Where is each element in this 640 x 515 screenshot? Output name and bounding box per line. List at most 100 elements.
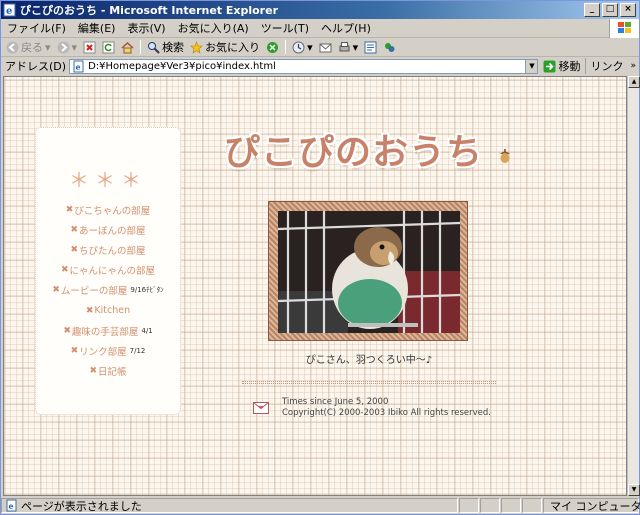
nav-link[interactable]: ✖ 日記帳 bbox=[36, 361, 180, 381]
copyright-text: Copyright(C) 2000-2003 Ibiko All rights … bbox=[282, 408, 492, 418]
nav-list: ✖ ぴこちゃんの部屋 ✖ あーぼんの部屋 ✖ ちびたんの部屋 ✖ にゃんにゃんの部屋 ✖ ムービー… bbox=[36, 200, 180, 381]
favorites-button[interactable]: お気に入り bbox=[188, 39, 262, 55]
cross-stitch-icon: ✖ bbox=[60, 265, 69, 276]
print-button[interactable]: ▾ bbox=[336, 41, 361, 54]
address-label: アドレス(D) bbox=[5, 60, 67, 73]
maximize-button[interactable]: □ bbox=[602, 3, 618, 17]
toolbar-separator bbox=[285, 40, 287, 54]
status-cell bbox=[522, 498, 542, 513]
nav-link[interactable]: ✖ ムービーの部屋 9/16ﾁﾋﾞﾀﾝ bbox=[36, 280, 180, 300]
messenger-icon bbox=[385, 42, 395, 52]
status-cell bbox=[501, 498, 521, 513]
footer-text: Times since June 5, 2000 Copyright(C) 20… bbox=[282, 397, 491, 419]
media-button[interactable] bbox=[264, 41, 281, 54]
favorites-label: お気に入り bbox=[205, 41, 261, 54]
menu-view[interactable]: 表示(V) bbox=[121, 20, 171, 36]
scroll-up-icon[interactable]: ▲ bbox=[628, 76, 640, 88]
menu-file[interactable]: ファイル(F) bbox=[1, 20, 72, 36]
home-button[interactable] bbox=[119, 41, 136, 54]
history-button[interactable]: ▾ bbox=[290, 41, 315, 54]
minimize-button[interactable]: _ bbox=[584, 3, 600, 17]
nav-link[interactable]: ✖ Kitchen bbox=[36, 300, 180, 320]
nav-link[interactable]: ✖ あーぼんの部屋 bbox=[36, 220, 180, 240]
nav-link-label: 趣味の手芸部屋 bbox=[71, 326, 139, 338]
edit-button[interactable] bbox=[362, 41, 379, 54]
go-arrow-icon bbox=[543, 60, 556, 72]
links-chevron-icon[interactable]: » bbox=[630, 61, 639, 71]
stop-icon bbox=[83, 41, 96, 53]
search-button[interactable]: 検索 bbox=[145, 39, 186, 55]
cross-stitch-icon: ✖ bbox=[65, 205, 74, 216]
forward-button[interactable]: ▾ bbox=[55, 41, 80, 54]
search-icon bbox=[148, 41, 160, 54]
scroll-down-icon[interactable]: ▼ bbox=[628, 484, 640, 496]
history-dropdown-icon[interactable]: ▾ bbox=[307, 41, 313, 54]
stop-button[interactable] bbox=[81, 41, 98, 54]
update-note: 4/1 bbox=[141, 326, 153, 335]
page-done-icon: e bbox=[6, 499, 17, 512]
mail-envelope-icon[interactable] bbox=[253, 402, 269, 414]
svg-text:e: e bbox=[9, 501, 14, 511]
title-bar[interactable]: e ぴこぴのおうち - Microsoft Internet Explorer … bbox=[1, 1, 639, 19]
messenger-button[interactable] bbox=[381, 41, 398, 54]
status-cell bbox=[459, 498, 479, 513]
menu-bar: ファイル(F) 編集(E) 表示(V) お気に入り(A) ツール(T) ヘルプ(… bbox=[1, 18, 639, 38]
svg-text:e: e bbox=[76, 62, 81, 72]
menu-favorites[interactable]: お気に入り(A) bbox=[172, 20, 255, 36]
cross-stitch-icon: ✖ bbox=[85, 305, 94, 316]
nav-link-label: ちびたんの部屋 bbox=[79, 246, 146, 258]
menu-edit[interactable]: 編集(E) bbox=[72, 20, 122, 36]
cross-stitch-icon: ✖ bbox=[70, 225, 79, 236]
cross-stitch-icon: ✖ bbox=[89, 365, 98, 376]
ie-page-icon: e bbox=[3, 3, 16, 17]
update-note: 9/16ﾁﾋﾞﾀﾝ bbox=[130, 286, 164, 295]
mail-button[interactable] bbox=[317, 41, 334, 54]
forward-dropdown-icon[interactable]: ▾ bbox=[72, 41, 78, 54]
cross-stitch-icon: ✖ bbox=[70, 345, 79, 356]
refresh-button[interactable] bbox=[100, 41, 117, 54]
nav-link[interactable]: ✖ リンク部屋 7/12 bbox=[36, 341, 180, 361]
print-icon bbox=[339, 41, 350, 51]
divider-line bbox=[242, 381, 496, 384]
nav-link-label: リンク部屋 bbox=[79, 346, 127, 358]
nav-link[interactable]: ✖ ぴこちゃんの部屋 bbox=[36, 200, 180, 220]
nav-link[interactable]: ✖ ちびたんの部屋 bbox=[36, 240, 180, 260]
mail-icon bbox=[319, 43, 332, 52]
nav-link[interactable]: ✖ 趣味の手芸部屋 4/1 bbox=[36, 321, 180, 341]
address-input[interactable]: e D:¥Homepage¥Ver3¥pico¥index.html ▼ bbox=[69, 58, 539, 74]
windows-flag-icon bbox=[609, 18, 639, 38]
go-label: 移動 bbox=[558, 60, 581, 73]
cross-stitch-icon: ✖ bbox=[70, 245, 79, 256]
window-title: ぴこぴのおうち - Microsoft Internet Explorer bbox=[20, 4, 278, 17]
address-url: D:¥Homepage¥Ver3¥pico¥index.html bbox=[88, 60, 276, 72]
photo-frame bbox=[268, 201, 468, 341]
nav-link-label: Kitchen bbox=[94, 305, 131, 317]
update-note: 7/12 bbox=[129, 346, 146, 355]
menu-help[interactable]: ヘルプ(H) bbox=[315, 20, 377, 36]
edit-page-icon bbox=[364, 41, 377, 53]
back-arrow-icon bbox=[6, 41, 19, 53]
forward-arrow-icon bbox=[57, 41, 70, 53]
standard-toolbar: 戻る ▾ ▾ 検索 お気に入り ▾ ▾ bbox=[1, 38, 639, 57]
status-bar: e ページが表示されました マイ コンピュータ bbox=[1, 497, 640, 514]
vertical-scrollbar[interactable]: ▲ ▼ bbox=[627, 76, 640, 496]
status-message: ページが表示されました bbox=[21, 499, 142, 513]
menu-tools[interactable]: ツール(T) bbox=[255, 20, 315, 36]
links-button[interactable]: リンク bbox=[585, 58, 627, 74]
print-dropdown-icon[interactable]: ▾ bbox=[353, 41, 359, 54]
go-button[interactable]: 移動 bbox=[541, 58, 582, 74]
cross-stitch-icon: ✖ bbox=[52, 285, 60, 296]
zone-label: マイ コンピュータ bbox=[550, 499, 640, 513]
page-content: ＊＊＊ ✖ ぴこちゃんの部屋 ✖ あーぼんの部屋 ✖ ちびたんの部屋 ✖ にゃんにゃんの部屋 ✖… bbox=[3, 76, 627, 496]
back-dropdown-icon[interactable]: ▾ bbox=[45, 41, 51, 54]
visit-counter-text: Times since June 5, 2000 bbox=[282, 397, 389, 407]
back-button[interactable]: 戻る ▾ bbox=[4, 39, 53, 55]
close-button[interactable]: × bbox=[620, 3, 636, 17]
lovebird-in-cage-image bbox=[278, 211, 460, 333]
search-label: 検索 bbox=[162, 41, 185, 54]
status-message-area: e ページが表示されました bbox=[1, 498, 458, 513]
acorn-icon bbox=[500, 149, 510, 163]
address-dropdown-icon[interactable]: ▼ bbox=[525, 59, 538, 73]
nav-link[interactable]: ✖ にゃんにゃんの部屋 bbox=[36, 260, 180, 280]
nav-link-label: ぴこちゃんの部屋 bbox=[74, 206, 151, 218]
